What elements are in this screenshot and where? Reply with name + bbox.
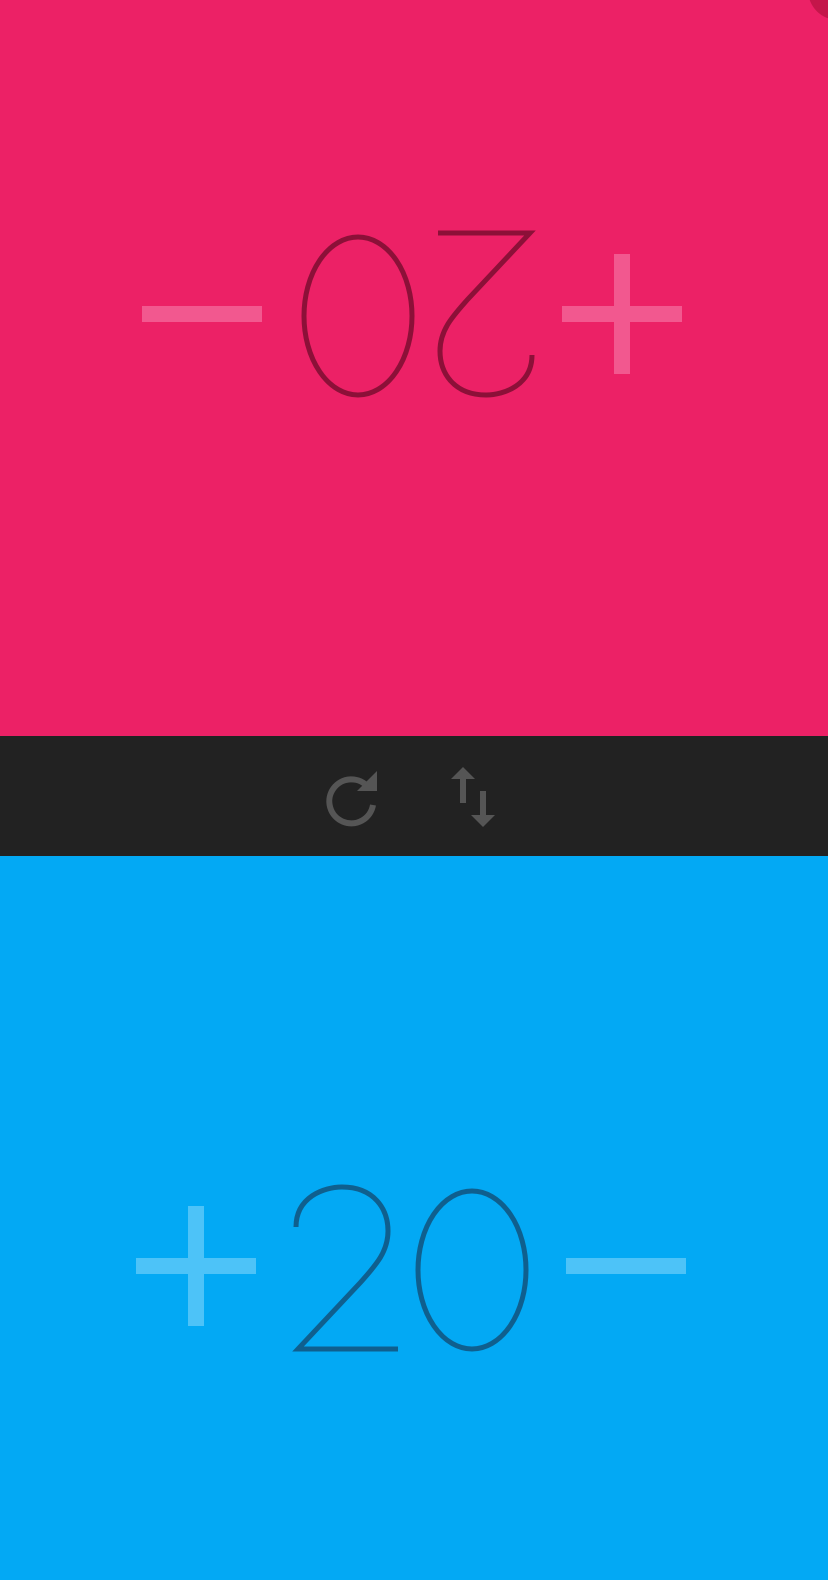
player-top-score-digits bbox=[301, 230, 536, 398]
player-bottom-panel-inner: + 20 − bbox=[0, 856, 828, 1580]
toolbar bbox=[0, 736, 828, 856]
player-top-score: 20 bbox=[264, 219, 564, 409]
player-top-increment-button[interactable]: + bbox=[552, 244, 692, 384]
refresh-icon bbox=[326, 771, 377, 827]
player-bottom-increment-button[interactable]: + bbox=[126, 1196, 266, 1336]
player-top-decrement-button[interactable]: − bbox=[122, 244, 262, 384]
minus-icon bbox=[142, 306, 262, 322]
player-top-panel-inner: + 20 − bbox=[0, 0, 828, 736]
player-bottom-panel: + 20 − bbox=[0, 856, 828, 1580]
player-bottom-decrement-button[interactable]: − bbox=[566, 1196, 706, 1336]
minus-icon bbox=[566, 1258, 686, 1274]
player-bottom-score: 20 bbox=[264, 1175, 564, 1365]
reset-button[interactable] bbox=[318, 762, 388, 832]
player-bottom-score-digits bbox=[292, 1184, 529, 1352]
plus-icon bbox=[136, 1206, 256, 1326]
plus-icon bbox=[562, 254, 682, 374]
swap-vertical-icon bbox=[451, 767, 495, 827]
life-counter-app: + 20 − bbox=[0, 0, 828, 1580]
player-top-panel: + 20 − bbox=[0, 0, 828, 736]
swap-button[interactable] bbox=[440, 762, 510, 832]
